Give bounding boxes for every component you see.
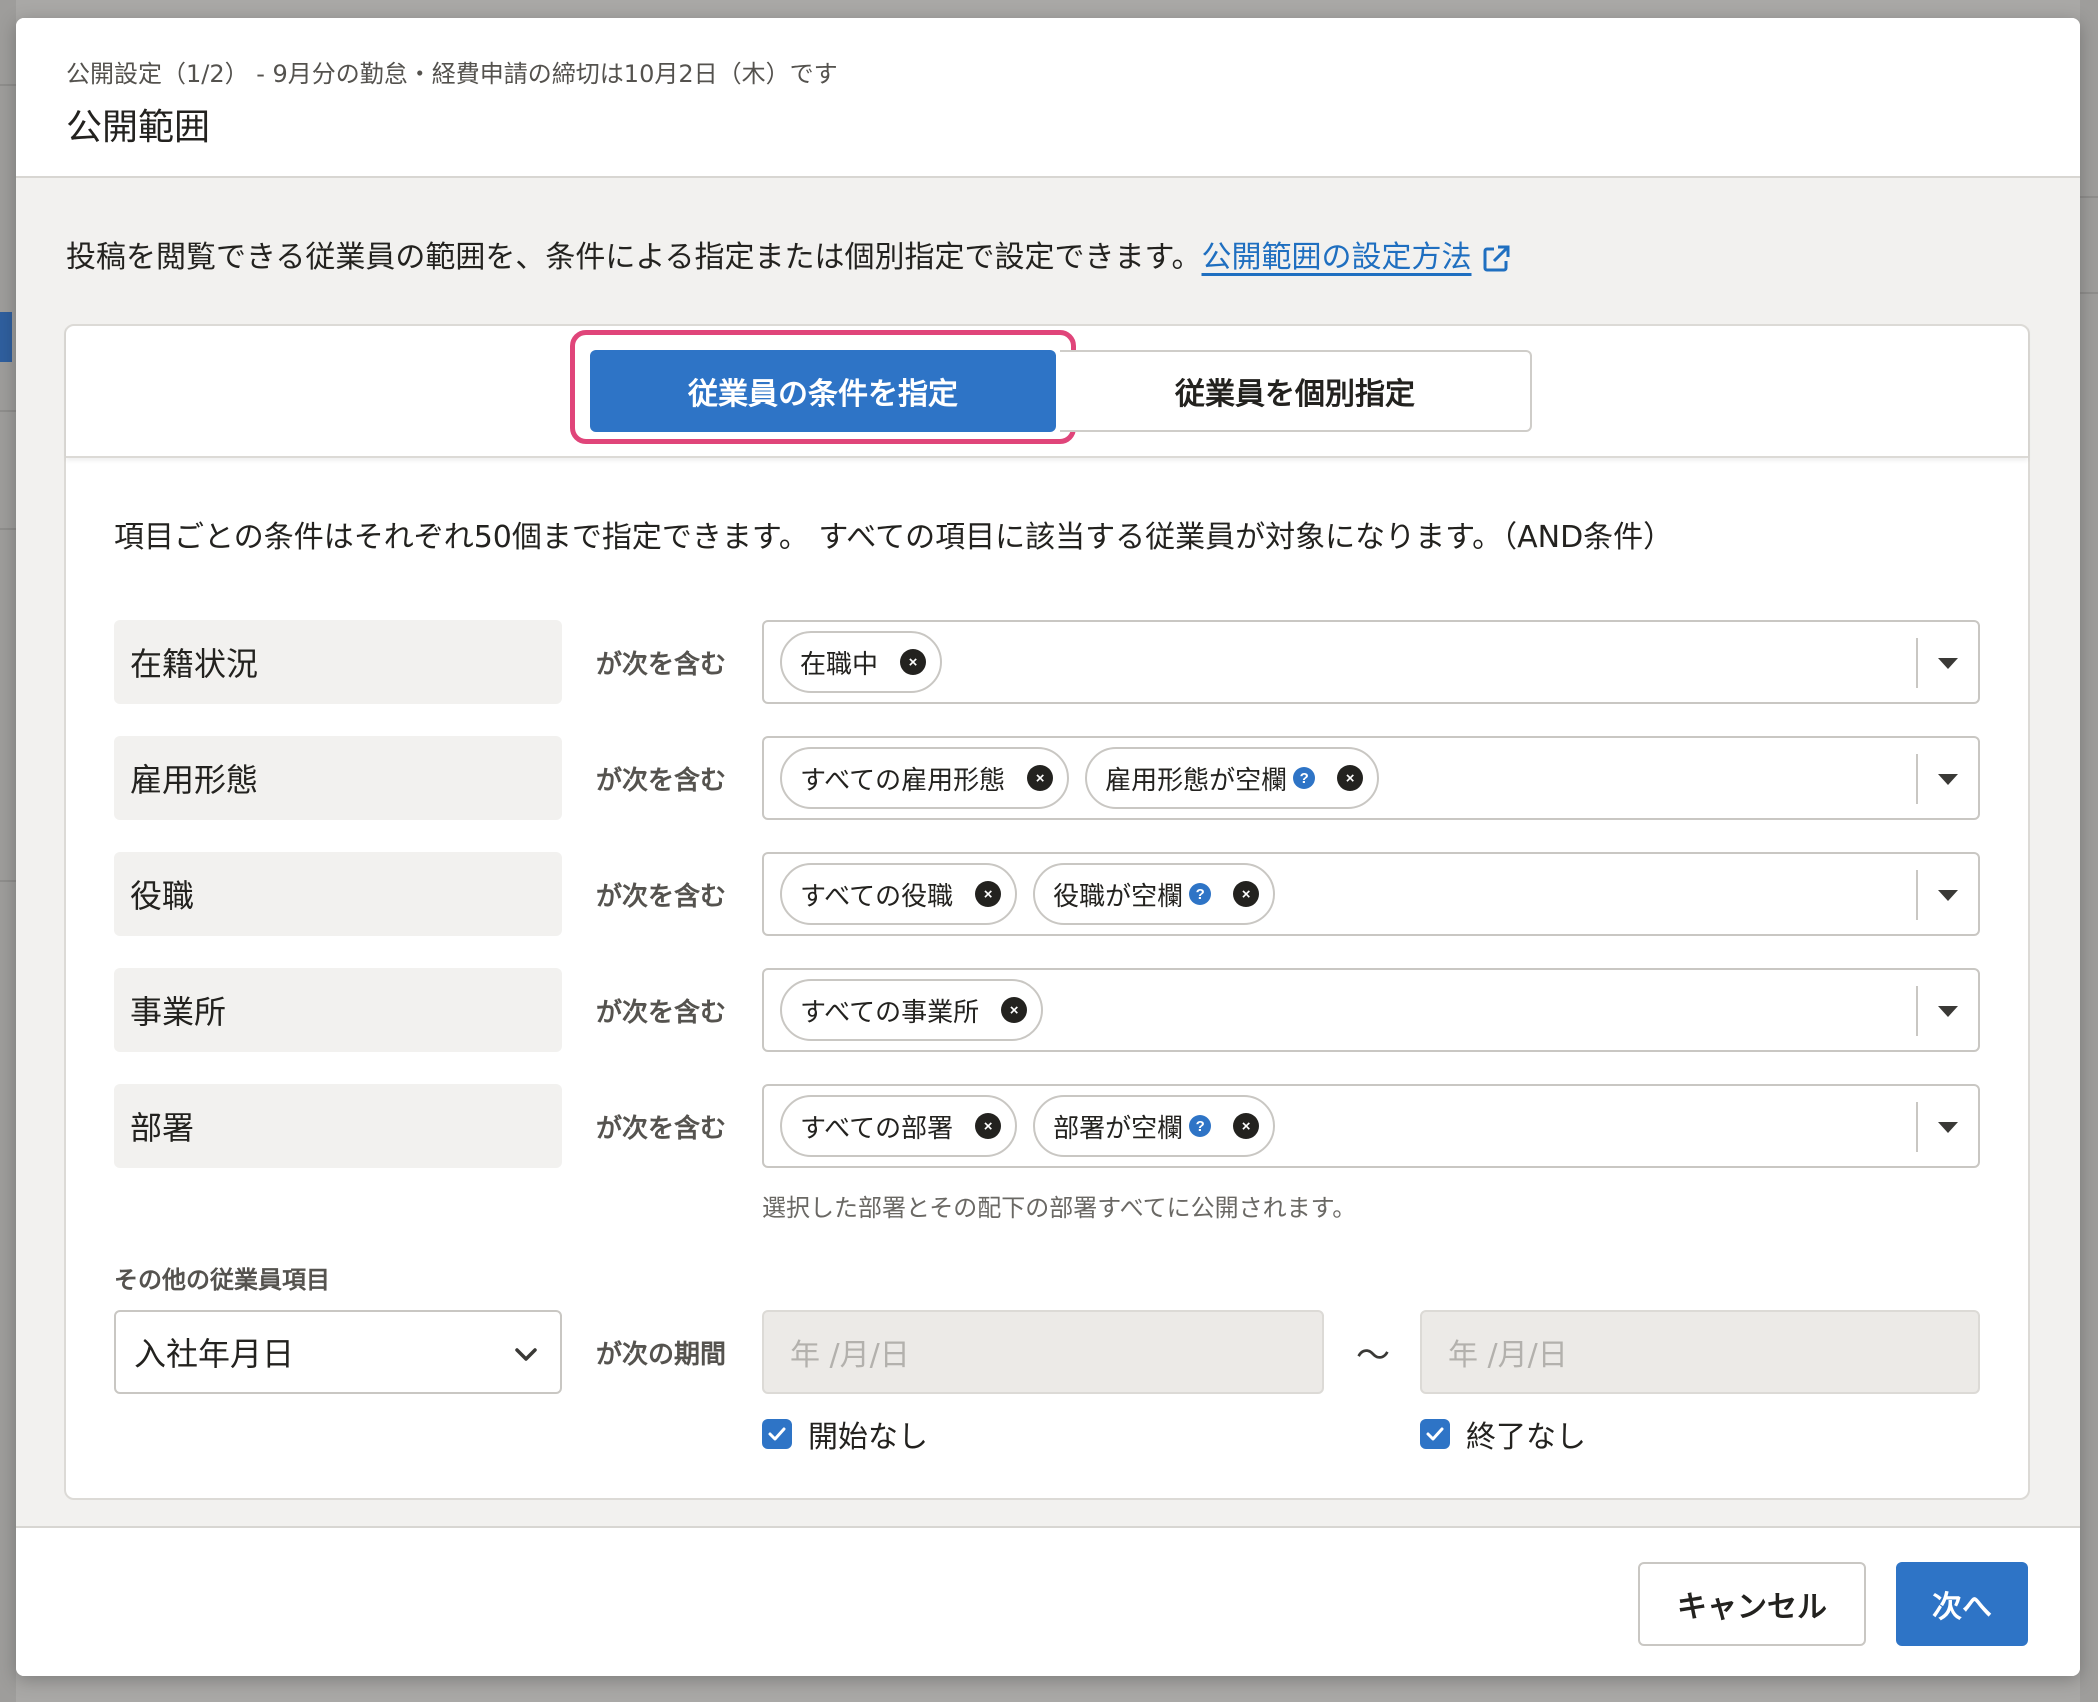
select-separator bbox=[1916, 870, 1918, 920]
condition-select-position[interactable]: すべての役職 × 役職が空欄? × bbox=[762, 852, 1980, 936]
dropdown-caret-icon[interactable] bbox=[1938, 1006, 1958, 1017]
settings-help-link[interactable]: 公開範囲の設定方法 bbox=[1202, 240, 1512, 275]
other-fields-label: その他の従業員項目 bbox=[114, 1266, 330, 1294]
no-end-label: 終了なし bbox=[1466, 1420, 1586, 1455]
condition-select-department[interactable]: すべての部署 × 部署が空欄? × bbox=[762, 1084, 1980, 1168]
condition-label-department: 部署 bbox=[114, 1084, 562, 1168]
dialog-title: 公開範囲 bbox=[66, 107, 211, 148]
remove-chip-icon[interactable]: × bbox=[1233, 881, 1260, 907]
condition-label-office: 事業所 bbox=[114, 968, 562, 1052]
chip-label: 役職が空欄 bbox=[1053, 881, 1184, 912]
background-divider bbox=[0, 410, 16, 412]
start-date-input[interactable]: 年 /月/日 bbox=[762, 1310, 1324, 1394]
intro-text: 投稿を閲覧できる従業員の範囲を、条件による指定または個別指定で設定できます。公開… bbox=[66, 232, 1512, 276]
date-range-separator: 〜 bbox=[1356, 1335, 1390, 1376]
select-separator bbox=[1916, 638, 1918, 688]
remove-chip-icon[interactable]: × bbox=[900, 649, 927, 675]
chip-label: 在職中 bbox=[800, 649, 879, 680]
end-date-input[interactable]: 年 /月/日 bbox=[1420, 1310, 1980, 1394]
chip: 部署が空欄? × bbox=[1033, 1095, 1276, 1157]
remove-chip-icon[interactable]: × bbox=[1337, 765, 1364, 791]
no-start-label: 開始なし bbox=[808, 1420, 928, 1455]
remove-chip-icon[interactable]: × bbox=[1027, 765, 1054, 791]
checkbox-checked-icon bbox=[762, 1419, 792, 1449]
dialog-header: 公開設定（1/2） - 9月分の勤怠・経費申請の締切は10月2日（木）です 公開… bbox=[16, 18, 2080, 178]
chevron-down-icon bbox=[515, 1348, 537, 1361]
scope-card: 従業員の条件を指定 従業員を個別指定 項目ごとの条件はそれぞれ50個まで指定でき… bbox=[64, 324, 2030, 1500]
condition-operator: が次を含む bbox=[596, 997, 727, 1028]
condition-select-employment-type[interactable]: すべての雇用形態 × 雇用形態が空欄? × bbox=[762, 736, 1980, 820]
condition-operator: が次を含む bbox=[596, 649, 727, 680]
dialog-subtitle: 公開設定（1/2） - 9月分の勤怠・経費申請の締切は10月2日（木）です bbox=[66, 60, 838, 88]
dropdown-caret-icon[interactable] bbox=[1938, 658, 1958, 669]
background-divider bbox=[2080, 196, 2098, 198]
condition-select-office[interactable]: すべての事業所 × bbox=[762, 968, 1980, 1052]
conditions-description: 項目ごとの条件はそれぞれ50個まで指定できます。 すべての項目に該当する従業員が… bbox=[114, 520, 1674, 555]
help-icon[interactable]: ? bbox=[1189, 883, 1212, 905]
help-icon[interactable]: ? bbox=[1293, 767, 1316, 789]
intro-description: 投稿を閲覧できる従業員の範囲を、条件による指定または個別指定で設定できます。 bbox=[66, 240, 1202, 275]
dialog-footer: キャンセル 次へ bbox=[16, 1526, 2080, 1676]
background-selected-indicator bbox=[0, 312, 12, 362]
publish-settings-dialog: 公開設定（1/2） - 9月分の勤怠・経費申請の締切は10月2日（木）です 公開… bbox=[16, 18, 2080, 1676]
condition-label-employment-status: 在籍状況 bbox=[114, 620, 562, 704]
condition-operator: が次を含む bbox=[596, 1113, 727, 1144]
select-separator bbox=[1916, 1102, 1918, 1152]
background-left-edge bbox=[0, 0, 16, 1702]
next-button[interactable]: 次へ bbox=[1896, 1562, 2028, 1646]
period-operator: が次の期間 bbox=[596, 1339, 727, 1370]
settings-help-link-label: 公開範囲の設定方法 bbox=[1201, 240, 1472, 275]
external-link-icon bbox=[1483, 245, 1509, 271]
chip-label: 雇用形態が空欄 bbox=[1105, 765, 1288, 796]
chip: すべての役職 × bbox=[780, 863, 1018, 925]
department-hint: 選択した部署とその配下の部署すべてに公開されます。 bbox=[762, 1194, 1357, 1222]
chip: すべての事業所 × bbox=[780, 979, 1044, 1041]
other-field-value: 入社年月日 bbox=[134, 1335, 295, 1373]
background-divider bbox=[0, 528, 16, 530]
background-divider bbox=[0, 880, 16, 882]
other-field-select[interactable]: 入社年月日 bbox=[114, 1310, 562, 1394]
select-separator bbox=[1916, 754, 1918, 804]
chip-label: すべての雇用形態 bbox=[800, 765, 1006, 796]
condition-label-position: 役職 bbox=[114, 852, 562, 936]
remove-chip-icon[interactable]: × bbox=[1001, 997, 1028, 1023]
chip: すべての部署 × bbox=[780, 1095, 1018, 1157]
no-start-checkbox[interactable]: 開始なし bbox=[762, 1412, 928, 1456]
condition-label-employment-type: 雇用形態 bbox=[114, 736, 562, 820]
dropdown-caret-icon[interactable] bbox=[1938, 1122, 1958, 1133]
background-divider bbox=[2080, 292, 2098, 294]
chip-label: すべての事業所 bbox=[800, 997, 980, 1028]
condition-select-employment-status[interactable]: 在職中 × bbox=[762, 620, 1980, 704]
remove-chip-icon[interactable]: × bbox=[1233, 1113, 1260, 1139]
dropdown-caret-icon[interactable] bbox=[1938, 774, 1958, 785]
checkbox-checked-icon bbox=[1420, 1419, 1450, 1449]
chip: 役職が空欄? × bbox=[1033, 863, 1276, 925]
background-right-edge bbox=[2080, 0, 2098, 1702]
background-divider bbox=[0, 84, 16, 86]
chip-label: すべての役職 bbox=[800, 881, 954, 912]
condition-operator: が次を含む bbox=[596, 765, 727, 796]
remove-chip-icon[interactable]: × bbox=[975, 1113, 1002, 1139]
chip-label: すべての部署 bbox=[800, 1113, 954, 1144]
remove-chip-icon[interactable]: × bbox=[975, 881, 1002, 907]
no-end-checkbox[interactable]: 終了なし bbox=[1420, 1412, 1586, 1456]
help-icon[interactable]: ? bbox=[1189, 1115, 1212, 1137]
chip: すべての雇用形態 × bbox=[780, 747, 1070, 809]
chip: 在職中 × bbox=[780, 631, 943, 693]
scope-tabs-bar: 従業員の条件を指定 従業員を個別指定 bbox=[66, 326, 2028, 458]
condition-operator: が次を含む bbox=[596, 881, 727, 912]
tab-conditions[interactable]: 従業員の条件を指定 bbox=[590, 350, 1056, 432]
dropdown-caret-icon[interactable] bbox=[1938, 890, 1958, 901]
tab-individual[interactable]: 従業員を個別指定 bbox=[1060, 350, 1532, 432]
select-separator bbox=[1916, 986, 1918, 1036]
chip: 雇用形態が空欄? × bbox=[1085, 747, 1380, 809]
chip-label: 部署が空欄 bbox=[1053, 1113, 1184, 1144]
cancel-button[interactable]: キャンセル bbox=[1638, 1562, 1866, 1646]
